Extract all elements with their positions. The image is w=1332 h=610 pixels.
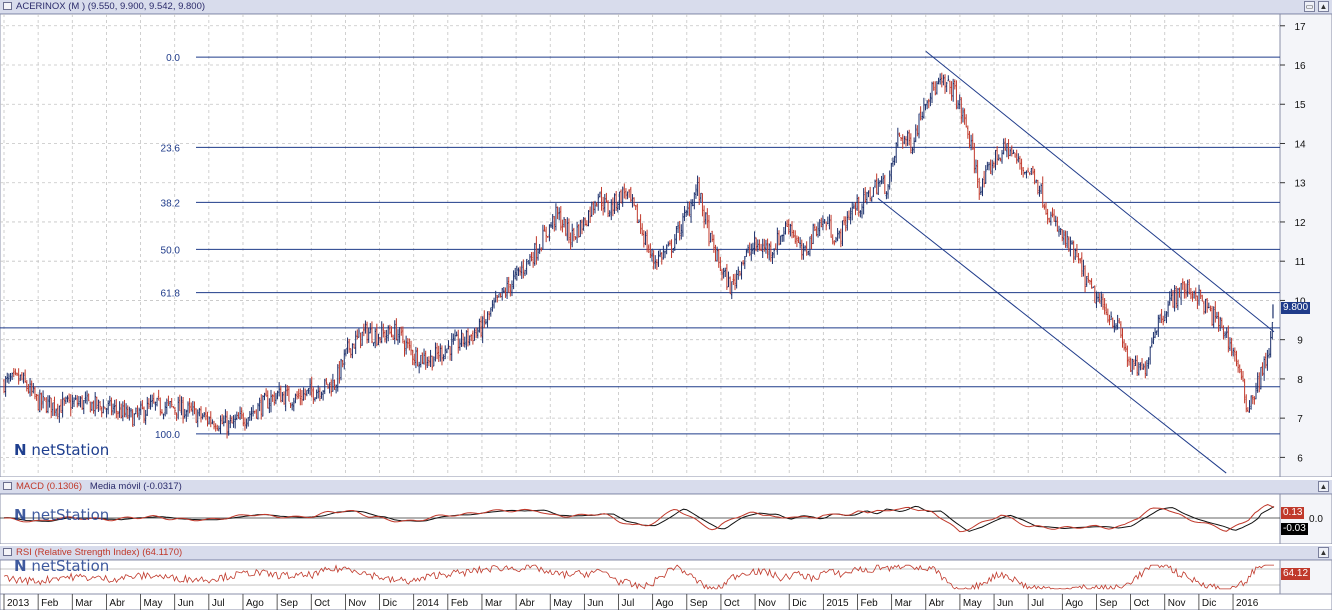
x-tick-label: 2016 xyxy=(1236,598,1259,609)
y-tick-label: 11 xyxy=(1295,257,1306,268)
window-icon xyxy=(3,2,12,10)
x-tick-label: Abr xyxy=(519,598,535,609)
fib-level-label: 61.8 xyxy=(161,289,181,300)
price-chart: 678910111213141516170.023.638.250.061.81… xyxy=(0,14,1332,477)
x-tick-label: Jun xyxy=(587,598,603,609)
y-tick-label: 9 xyxy=(1297,336,1303,347)
rsi-value-tag: 64.12 xyxy=(1281,568,1311,580)
x-tick-label: Jun xyxy=(178,598,194,609)
x-tick-label: May xyxy=(963,598,982,609)
y-tick-label: 13 xyxy=(1294,179,1306,190)
x-tick-label: Oct xyxy=(1134,598,1150,609)
x-tick-label: Ago xyxy=(656,598,674,609)
x-tick-label: Mar xyxy=(485,598,503,609)
x-tick-label: Nov xyxy=(1168,598,1186,609)
x-tick-label: Oct xyxy=(314,598,330,609)
x-tick-label: Nov xyxy=(758,598,776,609)
maximize-button[interactable]: ▲ xyxy=(1318,481,1329,492)
rsi-chart xyxy=(0,560,1332,594)
time-axis: 2013 Feb Mar Abr May Jun Jul Ago Sep Oct Nov Dic 201… xyxy=(0,594,1332,610)
x-tick-label: Jun xyxy=(997,598,1013,609)
x-tick-label: Jul xyxy=(1031,598,1044,609)
fib-level-label: 100.0 xyxy=(155,430,180,441)
x-tick-label: Feb xyxy=(41,598,59,609)
macd-y-axis-area xyxy=(1279,494,1332,544)
y-tick-label: 17 xyxy=(1294,22,1306,33)
macd-zero-tick: 0.0 xyxy=(1309,514,1323,525)
window-icon xyxy=(3,482,12,490)
x-tick-label: Abr xyxy=(929,598,945,609)
x-tick-label: Oct xyxy=(724,598,740,609)
x-tick-label: Dic xyxy=(1202,598,1216,609)
rsi-pane-titlebar: RSI (Relative Strength Index) (64.1170) … xyxy=(0,546,1332,560)
x-tick-label: Feb xyxy=(860,598,878,609)
x-tick-label: Dic xyxy=(792,598,806,609)
x-tick-label: Mar xyxy=(895,598,913,609)
macd-signal-title: Media móvil (-0.0317) xyxy=(89,481,182,492)
x-tick-label: Nov xyxy=(348,598,366,609)
y-tick-label: 8 xyxy=(1297,375,1303,386)
netstation-logo: N netStation xyxy=(14,441,110,459)
macd-pane-titlebar: MACD (0.1306) Media móvil (-0.0317) ▲ xyxy=(0,480,1332,494)
macd-title: MACD (0.1306) xyxy=(16,481,82,492)
x-tick-label: May xyxy=(144,598,163,609)
macd-value-tag: 0.13 xyxy=(1281,507,1305,519)
x-tick-label: Jul xyxy=(622,598,635,609)
x-tick-label: Ago xyxy=(1065,598,1083,609)
fib-level-label: 38.2 xyxy=(161,198,181,209)
fib-level-label: 0.0 xyxy=(166,53,180,64)
plot-area xyxy=(0,14,1281,477)
y-tick-label: 14 xyxy=(1294,139,1306,150)
y-tick-label: 6 xyxy=(1297,453,1303,464)
x-tick-label: Sep xyxy=(280,598,298,609)
x-tick-label: 2013 xyxy=(7,598,30,609)
x-tick-label: Ago xyxy=(246,598,264,609)
x-tick-label: Jul xyxy=(212,598,225,609)
x-tick-label: 2014 xyxy=(417,598,440,609)
x-tick-label: 2015 xyxy=(826,598,849,609)
y-tick-label: 15 xyxy=(1294,100,1306,111)
macd-signal-tag: -0.03 xyxy=(1281,523,1308,535)
x-tick-label: Sep xyxy=(690,598,708,609)
y-axis-area xyxy=(1279,14,1332,477)
restore-button[interactable]: ▭ xyxy=(1304,1,1315,12)
last-price-tag: 9.800 xyxy=(1281,302,1311,315)
x-tick-label: Mar xyxy=(75,598,93,609)
netstation-logo: N netStation xyxy=(14,506,110,524)
x-tick-label: Feb xyxy=(451,598,469,609)
y-tick-label: 12 xyxy=(1294,218,1306,229)
maximize-button[interactable]: ▲ xyxy=(1318,1,1329,12)
window-icon xyxy=(3,548,12,556)
main-pane-titlebar: ACERINOX (M ) (9.550, 9.900, 9.542, 9.80… xyxy=(0,0,1332,14)
netstation-logo: N netStation xyxy=(14,557,110,575)
x-tick-label: Sep xyxy=(1099,598,1117,609)
x-tick-label: Dic xyxy=(383,598,397,609)
fib-level-label: 50.0 xyxy=(161,245,181,256)
y-tick-label: 7 xyxy=(1297,414,1303,425)
x-tick-label: Abr xyxy=(109,598,125,609)
fib-level-label: 23.6 xyxy=(161,143,181,154)
main-pane-title: ACERINOX (M ) (9.550, 9.900, 9.542, 9.80… xyxy=(16,1,206,12)
macd-chart: 0.0 xyxy=(0,494,1332,544)
x-tick-label: May xyxy=(553,598,572,609)
maximize-button[interactable]: ▲ xyxy=(1318,547,1329,558)
y-tick-label: 16 xyxy=(1294,61,1306,72)
